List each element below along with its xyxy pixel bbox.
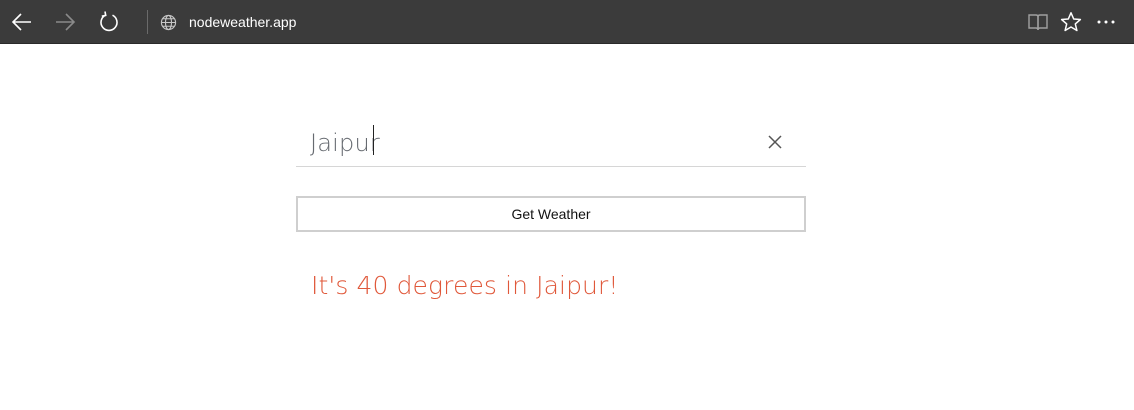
back-button[interactable] bbox=[0, 0, 44, 44]
close-icon bbox=[768, 135, 782, 149]
refresh-icon bbox=[100, 11, 118, 32]
star-icon bbox=[1060, 12, 1082, 32]
clear-input-button[interactable] bbox=[762, 129, 788, 155]
refresh-button[interactable] bbox=[87, 0, 131, 44]
back-arrow-icon bbox=[11, 13, 31, 31]
address-url: nodeweather.app bbox=[189, 14, 297, 30]
address-bar[interactable]: nodeweather.app bbox=[160, 0, 760, 44]
forward-button[interactable] bbox=[43, 0, 87, 44]
text-caret bbox=[373, 125, 374, 155]
globe-icon bbox=[160, 14, 177, 30]
more-icon bbox=[1097, 20, 1115, 24]
get-weather-button[interactable]: Get Weather bbox=[296, 196, 806, 232]
city-input[interactable] bbox=[310, 125, 750, 161]
more-button[interactable] bbox=[1084, 0, 1128, 44]
forward-arrow-icon bbox=[56, 13, 76, 31]
page-content: Get Weather It's 40 degrees in Jaipur! bbox=[0, 45, 1134, 410]
reading-view-icon bbox=[1028, 14, 1048, 31]
browser-toolbar: nodeweather.app bbox=[0, 0, 1134, 44]
toolbar-divider bbox=[147, 10, 148, 34]
weather-result: It's 40 degrees in Jaipur! bbox=[311, 271, 619, 300]
